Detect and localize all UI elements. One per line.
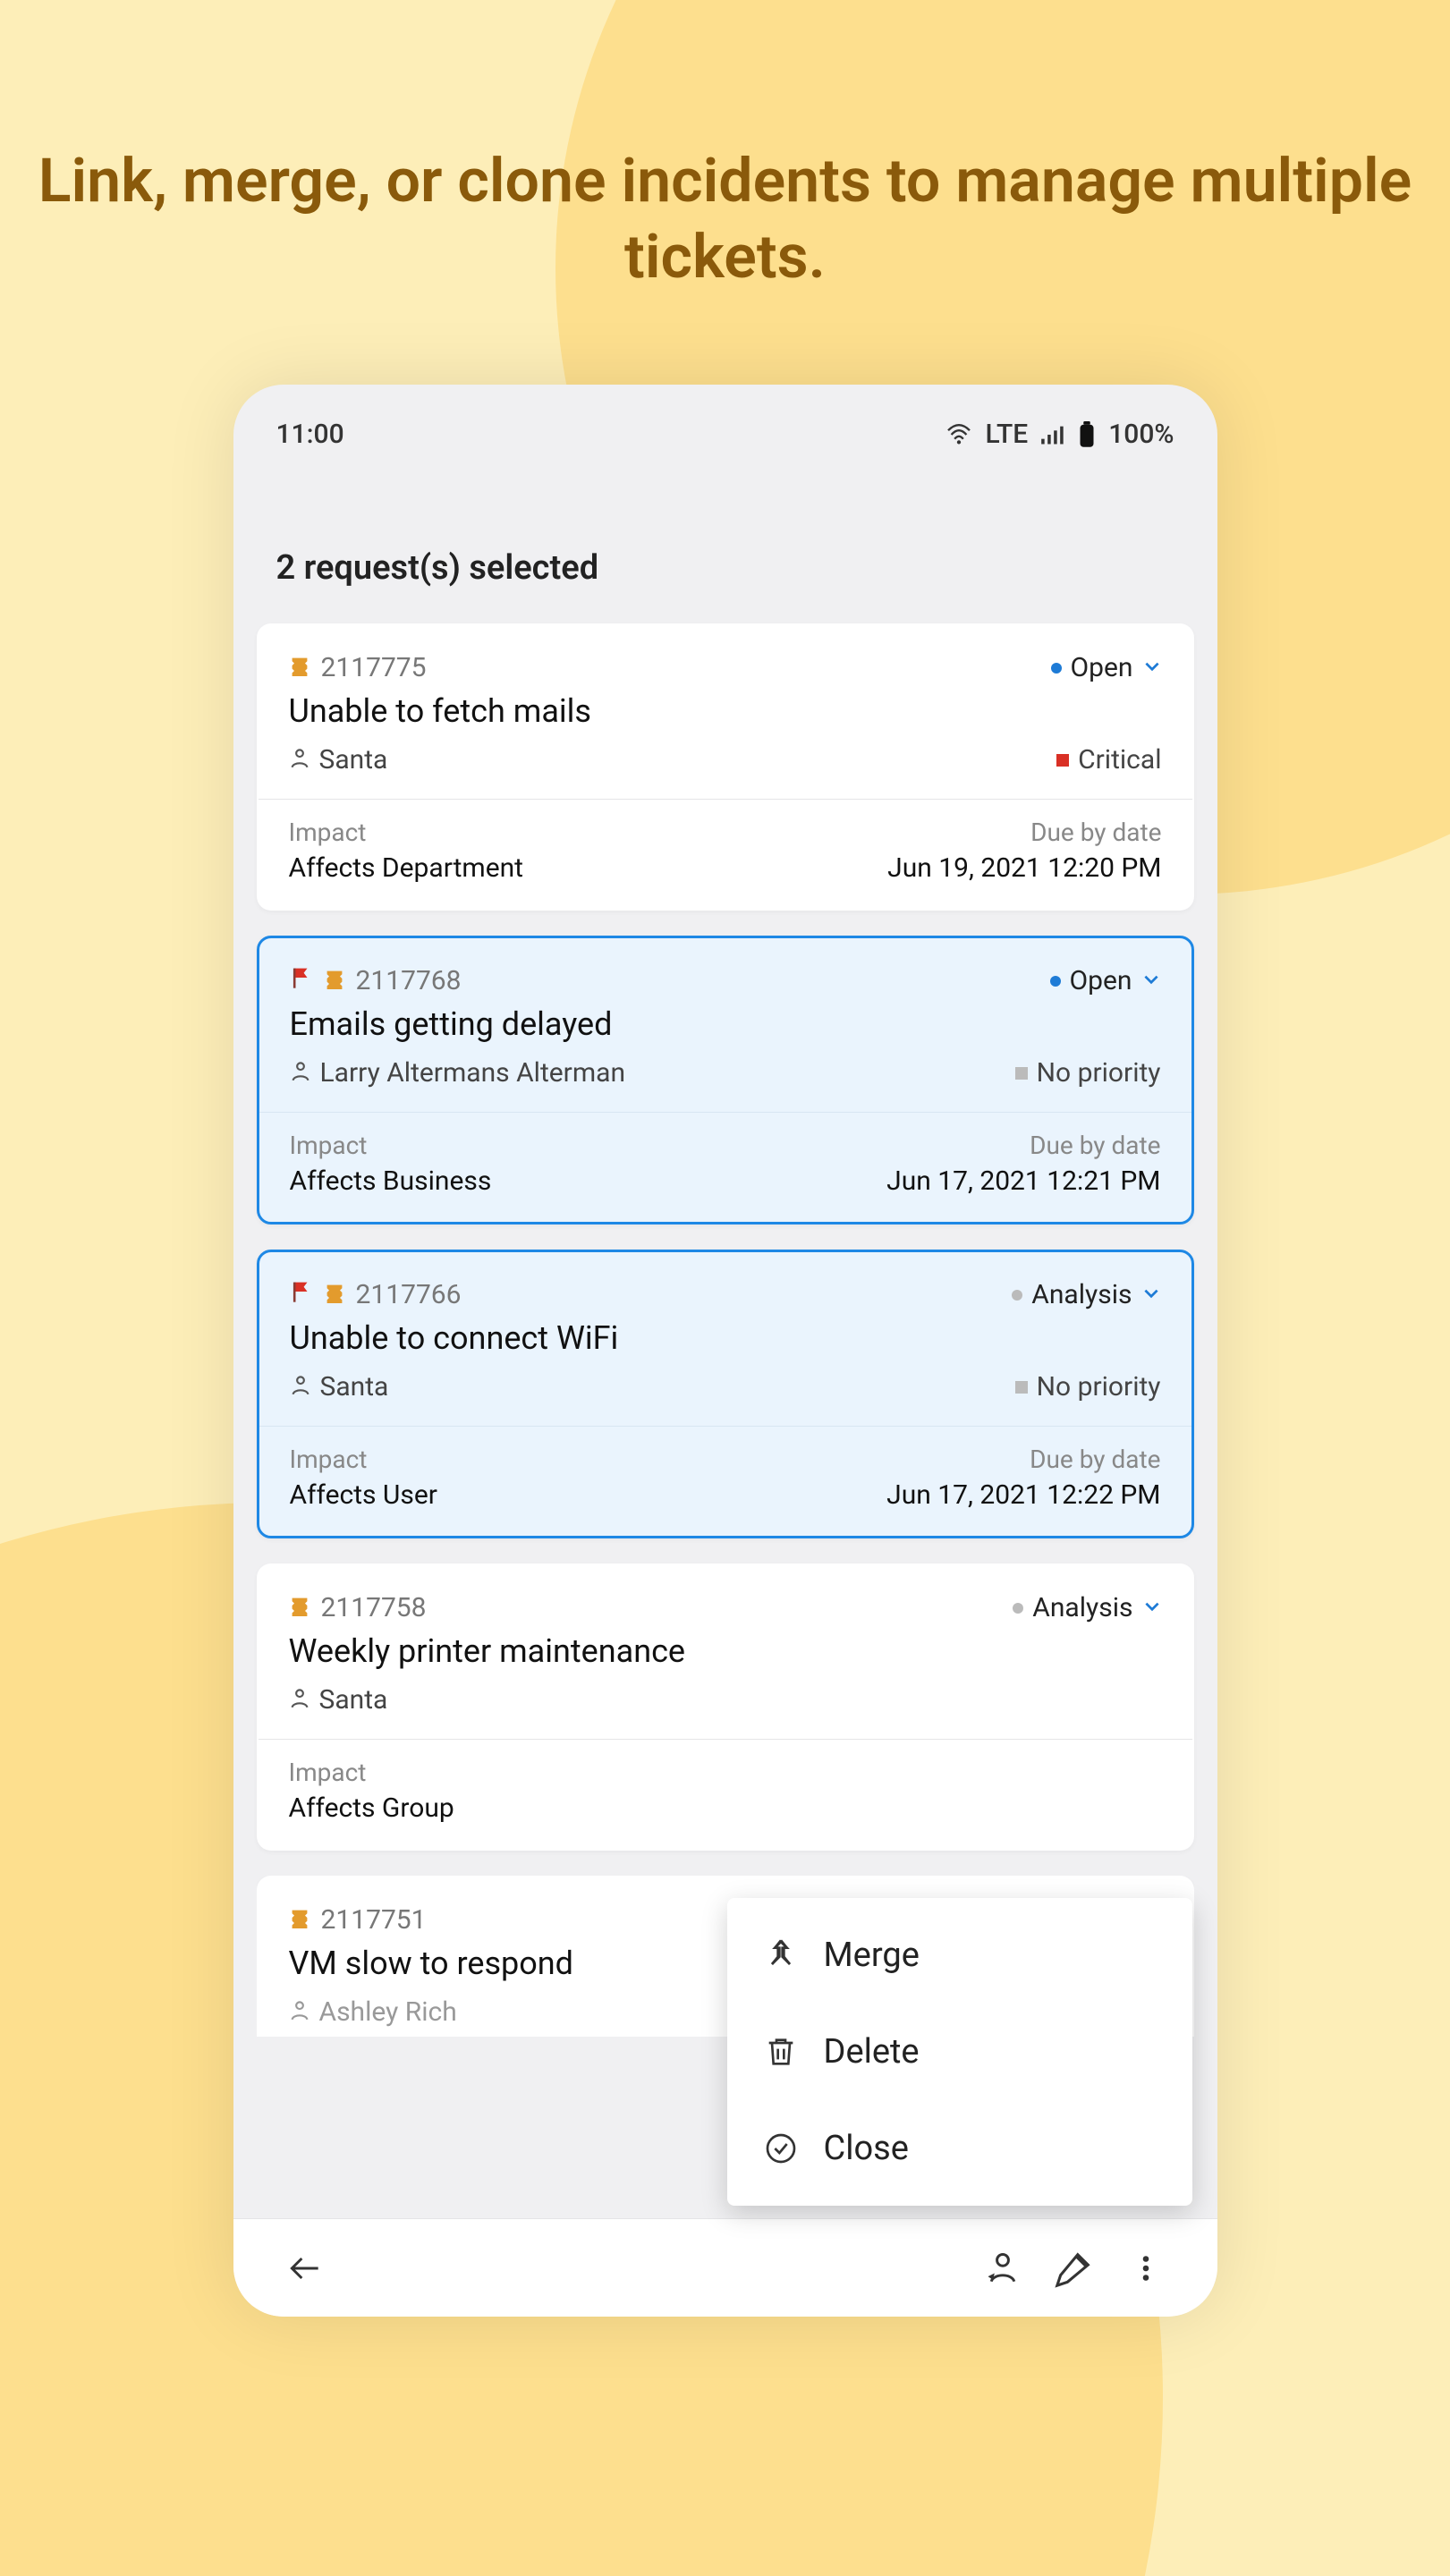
more-button[interactable] [1110,2233,1182,2304]
close-label: Close [824,2129,909,2168]
impact-value: Affects Department [289,852,524,884]
status-label: Analysis [1031,1279,1132,1310]
status-label: Analysis [1032,1592,1132,1623]
status-dropdown[interactable]: Open [1051,652,1162,683]
status-bar: 11:00 LTE 100% [233,385,1217,459]
chevron-down-icon [1142,652,1162,683]
delete-action[interactable]: Delete [727,2004,1192,2100]
battery-label: 100% [1108,419,1174,450]
ticket-card[interactable]: 2117775 Open Unable to fetch mails Santa [257,623,1194,911]
priority-label: No priority [1037,1057,1161,1089]
impact-label: Impact [290,1445,437,1474]
status-dropdown[interactable]: Analysis [1012,1279,1160,1310]
flag-icon [290,965,313,996]
due-label: Due by date [886,1131,1160,1160]
requester-name: Santa [319,1684,388,1716]
bottom-toolbar [233,2218,1217,2317]
status-label: Open [1070,965,1132,996]
requester-name: Santa [319,744,388,775]
chevron-down-icon [1141,1279,1161,1310]
selection-header: 2 request(s) selected [233,459,1217,623]
requester-name: Santa [320,1371,389,1402]
ticket-title: Emails getting delayed [290,1005,1161,1043]
ticket-id: 2117751 [321,1904,427,1936]
phone-frame: 11:00 LTE 100% 2 request(s) selected [233,385,1217,2317]
close-action[interactable]: Close [727,2100,1192,2197]
divider [259,1739,1192,1740]
ticket-title: Weekly printer maintenance [289,1632,1162,1670]
status-time: 11:00 [276,419,344,450]
impact-value: Affects Business [290,1165,492,1197]
due-value: Jun 17, 2021 12:22 PM [886,1479,1160,1511]
network-label: LTE [985,419,1028,450]
impact-label: Impact [289,1758,454,1787]
status-dot [1050,976,1061,987]
status-label: Open [1071,652,1133,683]
divider [259,799,1192,800]
ticket-title: Unable to connect WiFi [290,1319,1161,1357]
status-dot [1013,1603,1023,1614]
chevron-down-icon [1142,1592,1162,1623]
status-dot [1012,1290,1022,1301]
priority-label: Critical [1078,744,1161,775]
ticket-id: 2117775 [321,652,427,683]
requester-name: Larry Altermans Alterman [320,1057,626,1089]
battery-icon [1078,421,1096,448]
back-button[interactable] [269,2233,341,2304]
ticket-id: 2117758 [321,1592,427,1623]
ticket-id: 2117768 [356,965,462,996]
priority-indicator [1056,754,1069,767]
edit-button[interactable] [1039,2233,1110,2304]
divider [259,1112,1191,1113]
impact-value: Affects User [290,1479,437,1511]
signal-icon [1040,424,1065,445]
person-icon [289,1684,310,1716]
delete-label: Delete [824,2032,920,2072]
ticket-card[interactable]: 2117766 Analysis Unable to connect WiFi … [257,1250,1194,1538]
person-icon [290,1057,311,1089]
flag-icon [290,1279,313,1310]
ticket-title: Unable to fetch mails [289,692,1162,730]
status-dropdown[interactable]: Open [1050,965,1161,996]
priority-indicator [1015,1381,1028,1394]
assign-button[interactable] [967,2233,1039,2304]
ticket-icon [289,1592,310,1623]
divider [259,1426,1191,1427]
due-value: Jun 19, 2021 12:20 PM [887,852,1161,884]
impact-value: Affects Group [289,1792,454,1824]
chevron-down-icon [1141,965,1161,996]
actions-popup: Merge Delete Close [727,1898,1192,2206]
status-dot [1051,663,1062,674]
ticket-icon [324,1279,345,1310]
ticket-icon [289,1904,310,1936]
status-dropdown[interactable]: Analysis [1013,1592,1161,1623]
person-icon [290,1371,311,1402]
requester-name: Ashley Rich [319,1996,457,2028]
ticket-icon [324,965,345,996]
ticket-icon [289,652,310,683]
priority-indicator [1015,1067,1028,1080]
due-label: Due by date [887,818,1161,847]
person-icon [289,1996,310,2028]
priority-label: No priority [1037,1371,1161,1402]
merge-label: Merge [824,1936,920,1975]
ticket-list: 2117775 Open Unable to fetch mails Santa [233,623,1217,2037]
due-value: Jun 17, 2021 12:21 PM [886,1165,1160,1197]
ticket-id: 2117766 [356,1279,462,1310]
wifi-icon [945,424,972,445]
impact-label: Impact [289,818,524,847]
ticket-card[interactable]: 2117768 Open Emails getting delayed Larr… [257,936,1194,1224]
person-icon [289,744,310,775]
impact-label: Impact [290,1131,492,1160]
merge-action[interactable]: Merge [727,1907,1192,2004]
headline: Link, merge, or clone incidents to manag… [0,0,1450,295]
ticket-card[interactable]: 2117758 Analysis Weekly printer maintena… [257,1563,1194,1851]
due-label: Due by date [886,1445,1160,1474]
